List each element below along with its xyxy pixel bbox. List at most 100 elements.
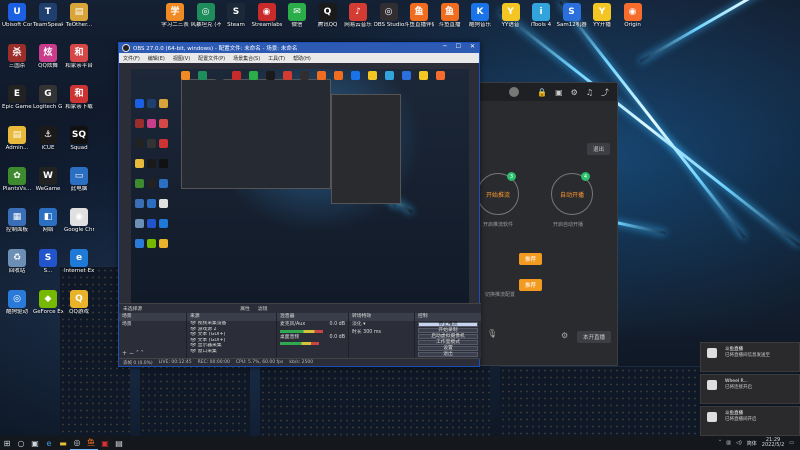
desktop-icon[interactable]: ✿ PlantsVs... [2, 167, 32, 192]
desktop-icon[interactable]: ◆GeForce Experience [33, 290, 63, 315]
start-button[interactable]: ⊞ [0, 436, 14, 450]
eye-icon[interactable]: 👁 [190, 343, 196, 348]
desktop-icon[interactable]: ◧ 网络 [33, 208, 63, 233]
transition-select[interactable]: 淡化 ▾ [349, 321, 414, 329]
desktop-icon[interactable]: ▤ TeOther... [64, 3, 94, 28]
eye-icon[interactable]: 👁 [190, 349, 196, 354]
obs-menu-item[interactable]: 文件(F) [123, 55, 140, 62]
lock-icon[interactable]: 🔒 [537, 88, 547, 97]
stream-assistant-window[interactable]: 🔒 ▣ ⚙ ♫ ⤴ 退出 开始推流 3 自动开播 4 开启推流软件 开启自动开播… [477, 82, 618, 366]
duration-field[interactable]: 时长 300 ms [349, 329, 414, 337]
control-button[interactable]: 设置 [418, 345, 478, 351]
desktop-icon[interactable]: 学学习二三表 [160, 3, 190, 28]
volume-icon[interactable]: ◁) [736, 440, 742, 446]
notification-card[interactable]: 斗鱼直播 已将直播间信息发送至 [700, 342, 800, 372]
eye-icon[interactable]: 👁 [190, 321, 196, 326]
desktop-icon[interactable]: Q QQ游戏 [64, 290, 94, 315]
notification-card[interactable]: Wheel R... 已将连接开启 [700, 374, 800, 404]
desktop-icon[interactable]: T TeamSpeak [33, 3, 63, 28]
app-taskbar-icon[interactable]: ▣ [98, 436, 112, 450]
maximize-icon[interactable]: ☐ [456, 43, 461, 50]
scene-item[interactable]: 场景 [119, 321, 186, 329]
desktop-icon[interactable]: 炫 QQ炫舞 [33, 44, 63, 69]
eye-icon[interactable]: 👁 [190, 338, 196, 343]
control-button[interactable]: 停止推流 [418, 321, 478, 327]
recommend-pill[interactable]: 推荐 [519, 279, 543, 291]
obs-menu-item[interactable]: 帮助(H) [293, 55, 311, 62]
eye-icon[interactable]: 👁 [190, 327, 196, 332]
desktop-icon[interactable]: ♻ 回收站 [2, 249, 32, 274]
network-icon[interactable]: ▥ [726, 440, 731, 446]
ime-indicator[interactable]: 简体 [747, 440, 757, 447]
desktop-icon[interactable]: 杀三国杀 [2, 44, 32, 69]
desktop-icon[interactable]: K 酷狗音乐 [465, 3, 495, 28]
desktop-icon[interactable]: ◉ Origin [618, 3, 648, 28]
desktop-icon[interactable]: 鱼斗鱼直播伴侣 [404, 3, 434, 28]
desktop-icon[interactable]: ▤ Admin... [2, 126, 32, 151]
desktop-icon[interactable]: S Sam12机器 [557, 3, 587, 28]
notes-taskbar-icon[interactable]: ▤ [112, 436, 126, 450]
obs-menu-item[interactable]: 配置文件(P) [198, 55, 225, 62]
desktop-icon[interactable]: W WeGame [33, 167, 63, 192]
desktop-icon[interactable]: eInternet Explorer [64, 249, 94, 274]
obs-menu-item[interactable]: 场景集合(S) [233, 55, 260, 62]
desktop-icon[interactable]: ◎ 酷狗驱动 [2, 290, 32, 315]
desktop-icon[interactable]: EEpic Games Launcher [2, 85, 32, 110]
desktop-icon[interactable]: Y YY语音 [496, 3, 526, 28]
recommend-pill[interactable]: 推荐 [519, 253, 543, 265]
desktop-icon[interactable]: ✉ 微信 [282, 3, 312, 28]
exit-chip[interactable]: 退出 [587, 143, 611, 155]
bell-icon[interactable]: ♫ [586, 88, 593, 97]
control-button[interactable]: 工作室模式 [418, 339, 478, 345]
close-icon[interactable]: ✕ [470, 43, 475, 50]
mic-icon[interactable]: 🎙 [487, 329, 497, 338]
desktop-icon[interactable]: ◎ OBS Studio [374, 3, 404, 28]
desktop-icon[interactable]: GLogitech G HUB [33, 85, 63, 110]
control-button[interactable]: 退出 [418, 351, 478, 357]
avatar[interactable] [509, 87, 519, 97]
notification-center-icon[interactable]: ▭ [789, 440, 794, 446]
filters-button[interactable]: 滤镜 [258, 305, 268, 312]
desktop-icon[interactable]: 鱼斗鱼直播 [435, 3, 465, 28]
auto-live-circle-button[interactable]: 自动开播 4 [551, 172, 593, 215]
explorer-icon[interactable]: ▬ [56, 436, 70, 450]
desktop-icon[interactable]: ▭ 此电脑 [64, 167, 94, 192]
desktop-icon[interactable]: Q 腾讯QQ [313, 3, 343, 28]
desktop-icon[interactable]: S Steam [221, 3, 251, 28]
obs-taskbar-icon[interactable]: ◎ [70, 436, 84, 450]
minimize-icon[interactable]: ─ [443, 43, 447, 50]
settings-icon[interactable]: ⚙ [571, 88, 578, 97]
desktop-icon[interactable]: i iTools 4 [526, 3, 556, 28]
obs-titlebar[interactable]: OBS 27.0.0 (64-bit, windows) - 配置文件: 未命名… [119, 43, 479, 53]
desktop-icon[interactable]: ▦ 控制面板 [2, 208, 32, 233]
task-view-icon[interactable]: ▣ [28, 436, 42, 450]
settings-icon[interactable]: ⚙ [561, 331, 568, 340]
share-icon[interactable]: ⤴ [601, 87, 609, 98]
scene-add-icon[interactable]: + − ˄ ˅ [122, 350, 144, 357]
source-item[interactable]: 👁 窗口采集 [187, 349, 276, 355]
desktop-icon[interactable]: ♪ 网易云音乐 [343, 3, 373, 28]
douyu-taskbar-icon[interactable]: 鱼 [84, 436, 98, 450]
obs-menu-item[interactable]: 编辑(E) [148, 55, 165, 62]
desktop-icon[interactable]: ◉Google Chrome [64, 208, 94, 233]
gift-icon[interactable]: ▣ [555, 88, 563, 97]
desktop-icon[interactable]: UUbisoft Connect [2, 3, 32, 28]
desktop-icon[interactable]: ◎风暴坦克 (不用) [191, 3, 221, 28]
start-stream-circle-button[interactable]: 开始推流 3 [477, 172, 519, 215]
clock[interactable]: 21:29 2022/5/2 [762, 438, 784, 448]
live-button[interactable]: 本开直播 [577, 331, 612, 343]
desktop-icon[interactable]: 和和家亲平台 [64, 44, 94, 69]
search-icon[interactable]: ○ [14, 436, 28, 450]
obs-window[interactable]: OBS 27.0.0 (64-bit, windows) - 配置文件: 未命名… [118, 42, 481, 367]
control-button[interactable]: 启动虚拟摄像机 [418, 333, 478, 339]
notification-card[interactable]: 斗鱼直播 已将直播间开启 [700, 406, 800, 436]
desktop-icon[interactable]: SQ Squad [64, 126, 94, 151]
desktop-icon[interactable]: Y YY开播 [587, 3, 617, 28]
properties-button[interactable]: 属性 [240, 305, 250, 312]
obs-preview-canvas[interactable] [131, 69, 469, 303]
obs-menu-item[interactable]: 工具(T) [268, 55, 285, 62]
obs-menu-item[interactable]: 视图(V) [173, 55, 190, 62]
desktop-icon[interactable]: S S... [33, 249, 63, 274]
desktop-icon[interactable]: ⚓ iCUE [33, 126, 63, 151]
control-button[interactable]: 开始录制 [418, 327, 478, 333]
